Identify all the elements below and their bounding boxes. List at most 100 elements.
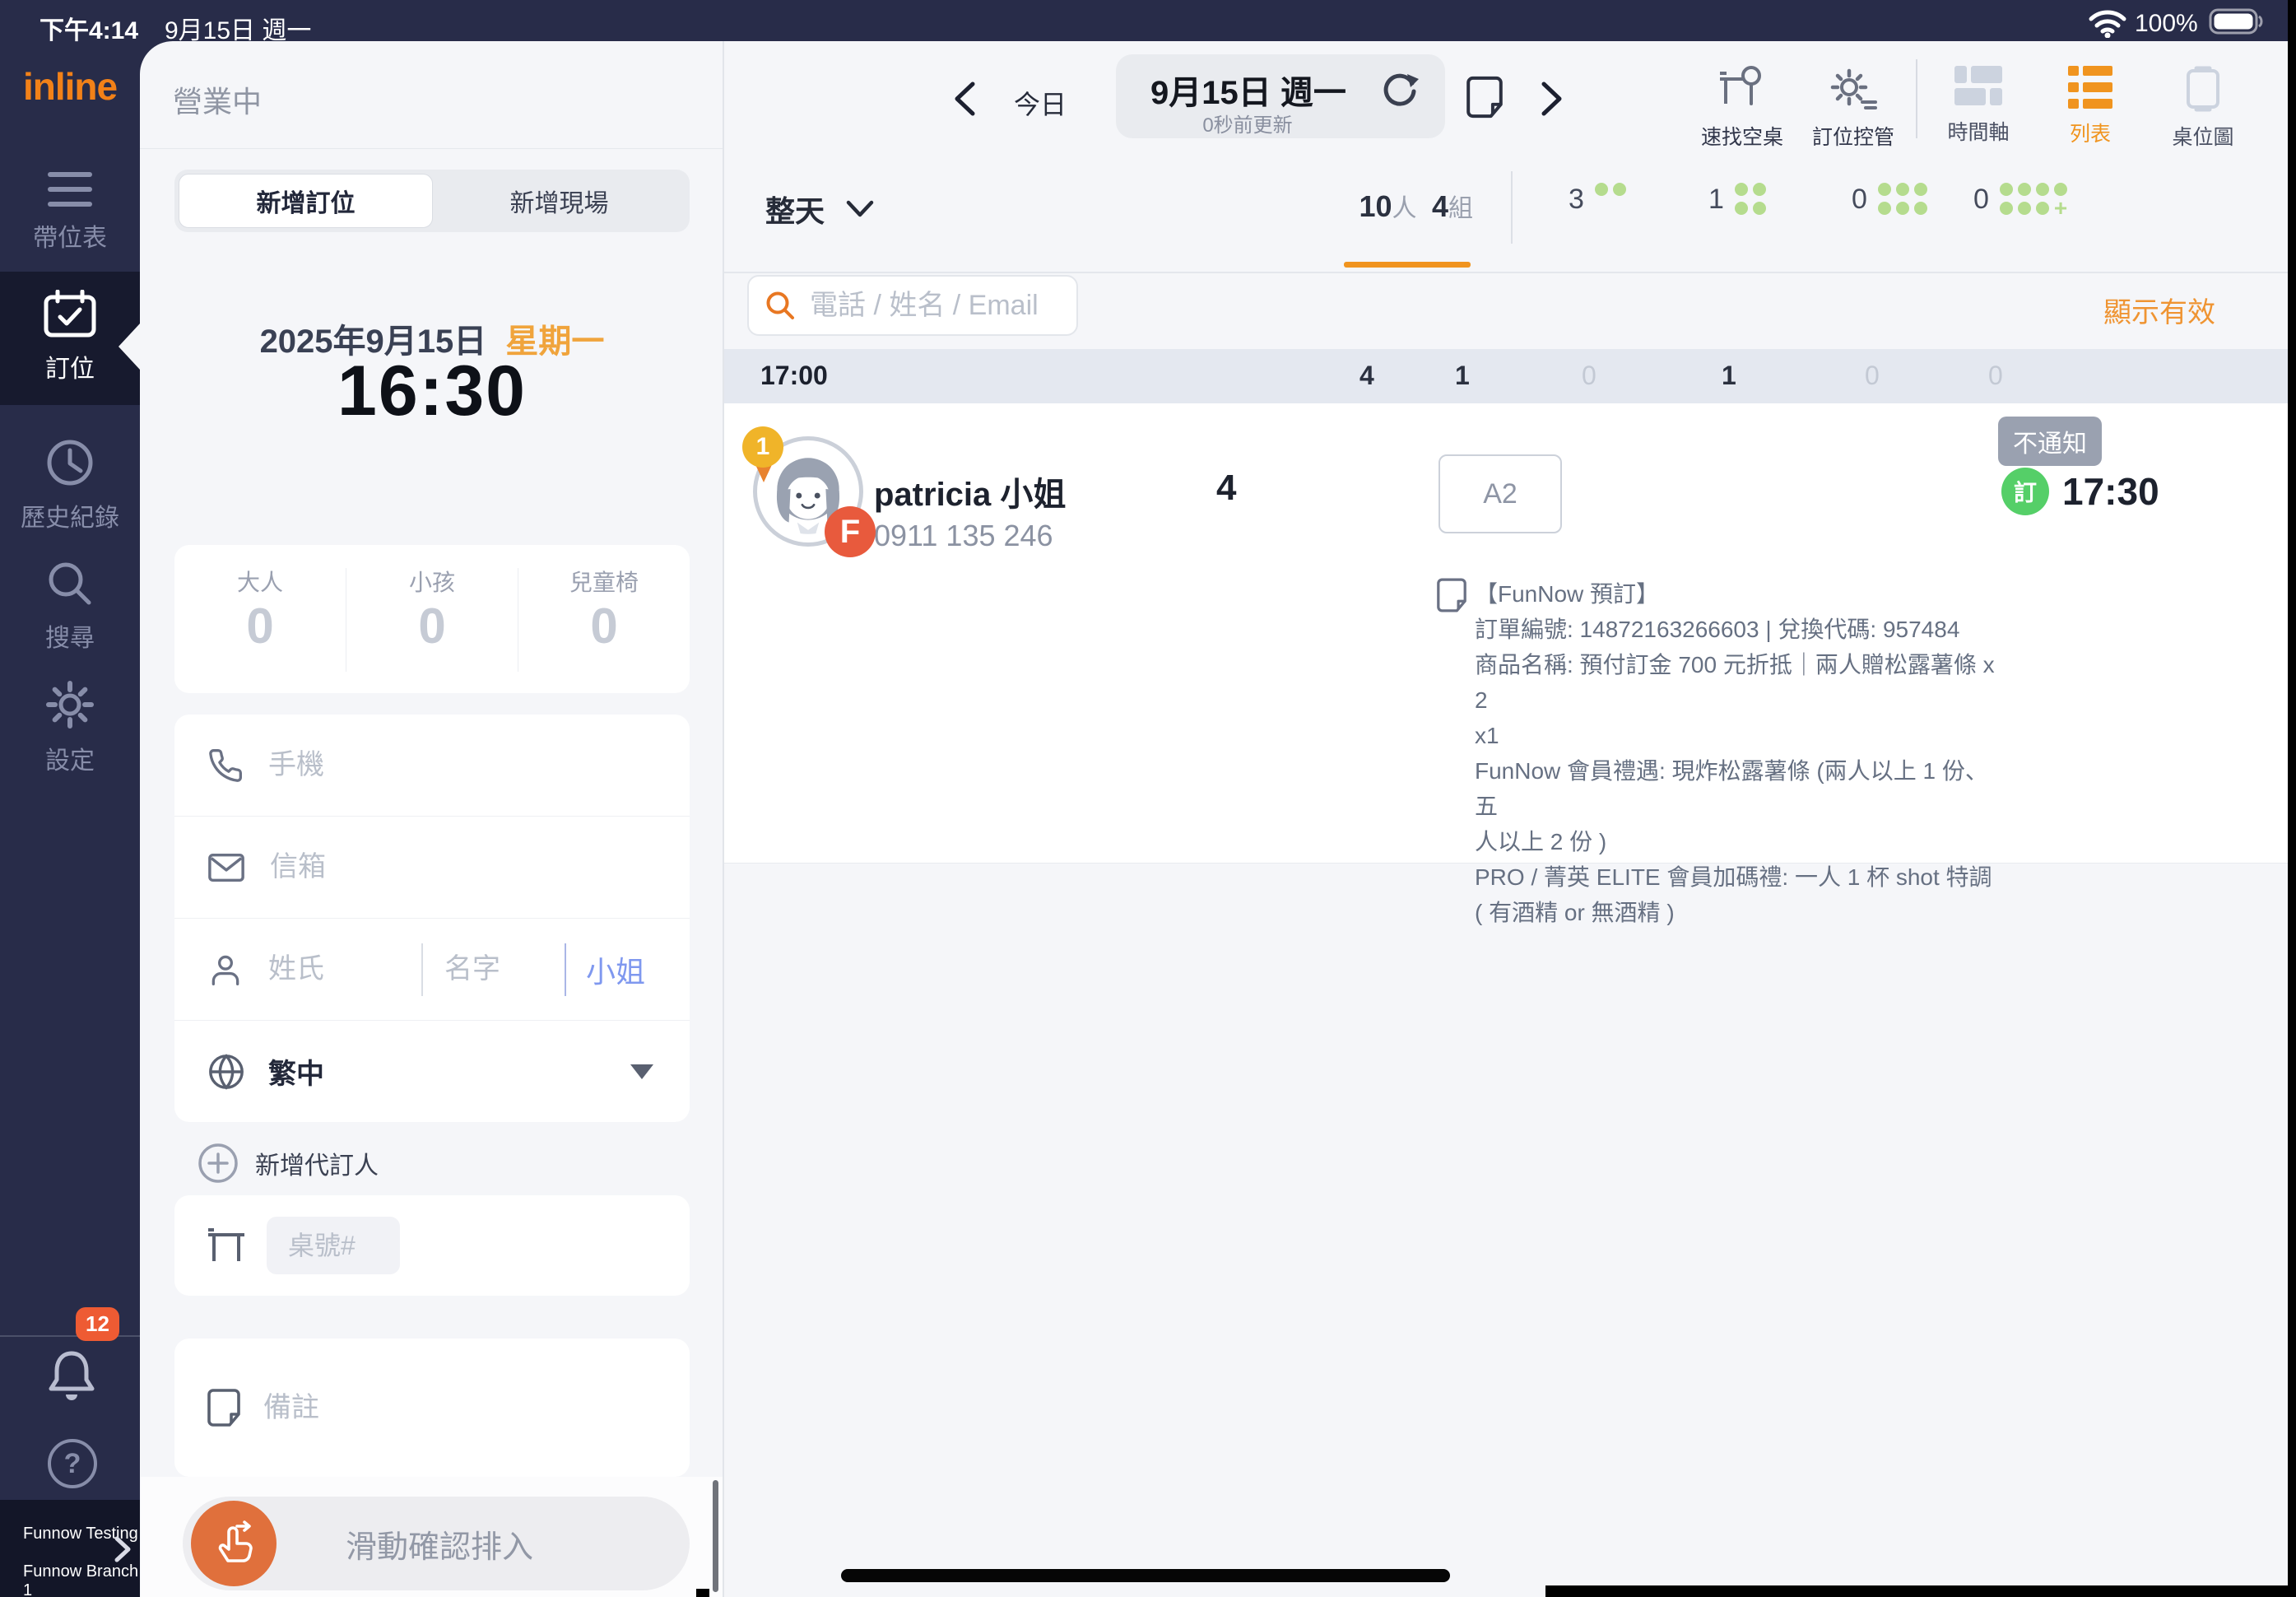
- tab-add-walkin[interactable]: 新增現場: [433, 174, 686, 228]
- name-row: 小姐: [174, 919, 690, 1021]
- row-divider: [724, 272, 2288, 273]
- language-row[interactable]: 繁中: [174, 1021, 690, 1122]
- divider: [421, 943, 423, 996]
- search-icon: [765, 291, 795, 320]
- toolbar-divider: [1916, 59, 1917, 138]
- table-number-input[interactable]: [286, 1230, 380, 1262]
- calendar-check-icon: [44, 290, 96, 338]
- table-number-card: [174, 1195, 690, 1296]
- list-view-icon: [2068, 66, 2112, 109]
- timeline-view-button[interactable]: 時間軸: [1925, 66, 2032, 146]
- email-input[interactable]: [268, 850, 634, 884]
- stat-6-seats[interactable]: 0: [1852, 183, 1927, 216]
- funnow-logo-badge: F: [825, 506, 876, 557]
- battery-icon: [2209, 8, 2263, 35]
- swipe-hand-icon: [210, 1520, 258, 1567]
- last-updated-label: 0秒前更新: [1124, 109, 1371, 137]
- guest-search-input[interactable]: [808, 289, 1042, 323]
- lastname-input[interactable]: [267, 952, 402, 986]
- kids-counter[interactable]: 小孩 0: [346, 565, 518, 654]
- guest-search-field[interactable]: [747, 275, 1078, 336]
- stat-2-seats[interactable]: 3: [1569, 183, 1626, 216]
- table-icon: [207, 1228, 245, 1263]
- time-range-dropdown[interactable]: 整天: [765, 188, 874, 230]
- chevron-down-icon: [846, 200, 874, 218]
- add-agent-label: 新增代訂人: [255, 1145, 379, 1181]
- tab-add-reservation[interactable]: 新增訂位: [179, 174, 433, 228]
- find-table-icon: [1718, 66, 1766, 112]
- inline-logo: inline: [0, 64, 140, 109]
- show-valid-toggle[interactable]: 顯示有效: [2103, 290, 2215, 330]
- floor-map-icon: [2185, 66, 2221, 112]
- time-range-label: 整天: [765, 188, 825, 230]
- slot-count: 1: [1722, 361, 1736, 391]
- stat-8plus-seats[interactable]: 0 +: [1973, 183, 2067, 216]
- sidebar-item-search[interactable]: 搜尋: [0, 546, 140, 651]
- reservation-row[interactable]: 1 F patricia 小姐 0911 135 246 4 A2 不通知 訂 …: [724, 403, 2288, 864]
- home-indicator[interactable]: [841, 1569, 1450, 1582]
- slide-confirm-handle[interactable]: [191, 1501, 277, 1586]
- honorific-select[interactable]: 小姐: [586, 948, 645, 991]
- sidebar-item-seating[interactable]: 帶位表: [0, 161, 140, 268]
- slot-count: 0: [1582, 361, 1597, 391]
- seat-dots: [1735, 183, 1766, 215]
- status-time: 下午4:14: [40, 10, 138, 46]
- adults-label: 大人: [174, 565, 346, 598]
- gear-icon: [45, 680, 95, 729]
- highchair-counter[interactable]: 兒童椅 0: [518, 565, 690, 654]
- sidebar-label: 帶位表: [0, 217, 140, 254]
- refresh-icon[interactable]: [1381, 72, 1419, 110]
- floor-map-button[interactable]: 桌位圖: [2150, 66, 2256, 151]
- next-day-button[interactable]: [1541, 81, 1564, 117]
- add-mode-tabs: 新增訂位 新增現場: [174, 170, 690, 232]
- sidebar-label: 設定: [0, 740, 140, 776]
- sidebar-item-history[interactable]: 歷史紀錄: [0, 424, 140, 531]
- active-item-pointer: [119, 324, 140, 370]
- selected-time[interactable]: 16:30: [140, 351, 724, 432]
- slot-count: 1: [1455, 361, 1470, 391]
- note-input[interactable]: [262, 1391, 611, 1425]
- day-note-icon[interactable]: [1466, 76, 1503, 119]
- find-table-button[interactable]: 速找空桌: [1689, 66, 1796, 151]
- chevron-right-icon: [114, 1536, 132, 1562]
- active-tab-underline: [1344, 262, 1471, 268]
- adults-counter[interactable]: 大人 0: [174, 565, 346, 654]
- reservation-time: 17:30: [2062, 469, 2159, 514]
- party-size: 4: [1216, 468, 1236, 509]
- table-assignment-badge[interactable]: A2: [1438, 454, 1562, 533]
- note-line: FunNow 會員禮遇: 現炸松露薯條 (兩人以上 1 份、五: [1475, 753, 2010, 824]
- today-button[interactable]: 今日: [1014, 84, 1067, 122]
- stat-count: 1: [1708, 183, 1724, 216]
- globe-icon: [207, 1053, 245, 1091]
- prev-day-button[interactable]: [953, 81, 976, 117]
- time-slot-header: 17:00 4 1 0 1 0 0: [724, 349, 2288, 403]
- kids-value: 0: [346, 598, 518, 654]
- branch-name: Funnow Branch 1: [23, 1562, 140, 1597]
- note-line: 【FunNow 預訂】: [1475, 576, 2010, 612]
- list-view-button[interactable]: 列表: [2037, 66, 2144, 147]
- notification-bell-icon[interactable]: [46, 1348, 97, 1403]
- phone-input[interactable]: [267, 748, 632, 782]
- sidebar-item-settings[interactable]: 設定: [0, 665, 140, 774]
- add-agent-button[interactable]: 新增代訂人: [198, 1143, 379, 1184]
- slot-time: 17:00: [760, 361, 828, 391]
- notification-badge: 12: [76, 1307, 119, 1341]
- adults-value: 0: [174, 598, 346, 654]
- note-card: [174, 1339, 690, 1477]
- group-unit: 組: [1448, 195, 1473, 222]
- person-icon: [207, 951, 244, 989]
- table-number-field[interactable]: [267, 1217, 400, 1274]
- scrollbar-thumb[interactable]: [713, 1480, 718, 1592]
- reservation-control-button[interactable]: 訂位控管: [1800, 66, 1907, 151]
- help-button[interactable]: ?: [48, 1439, 97, 1488]
- tab-all-reservations[interactable]: 10人 4組: [1337, 188, 1473, 224]
- stat-4-seats[interactable]: 1: [1708, 183, 1766, 216]
- sidebar-divider: [0, 1335, 140, 1337]
- note-line: PRO / 菁英 ELITE 會員加碼禮: 一人 1 杯 shot 特調: [1475, 859, 2010, 895]
- branch-switcher[interactable]: Funnow Testing Funnow Branch 1: [0, 1500, 140, 1597]
- business-status: 營業中: [173, 78, 262, 121]
- firstname-input[interactable]: [443, 952, 545, 986]
- sidebar-label: 歷史紀錄: [0, 497, 140, 533]
- screen-edge-bottom: [1545, 1585, 2296, 1597]
- date-picker-button[interactable]: 9月15日 週一 0秒前更新: [1116, 54, 1445, 138]
